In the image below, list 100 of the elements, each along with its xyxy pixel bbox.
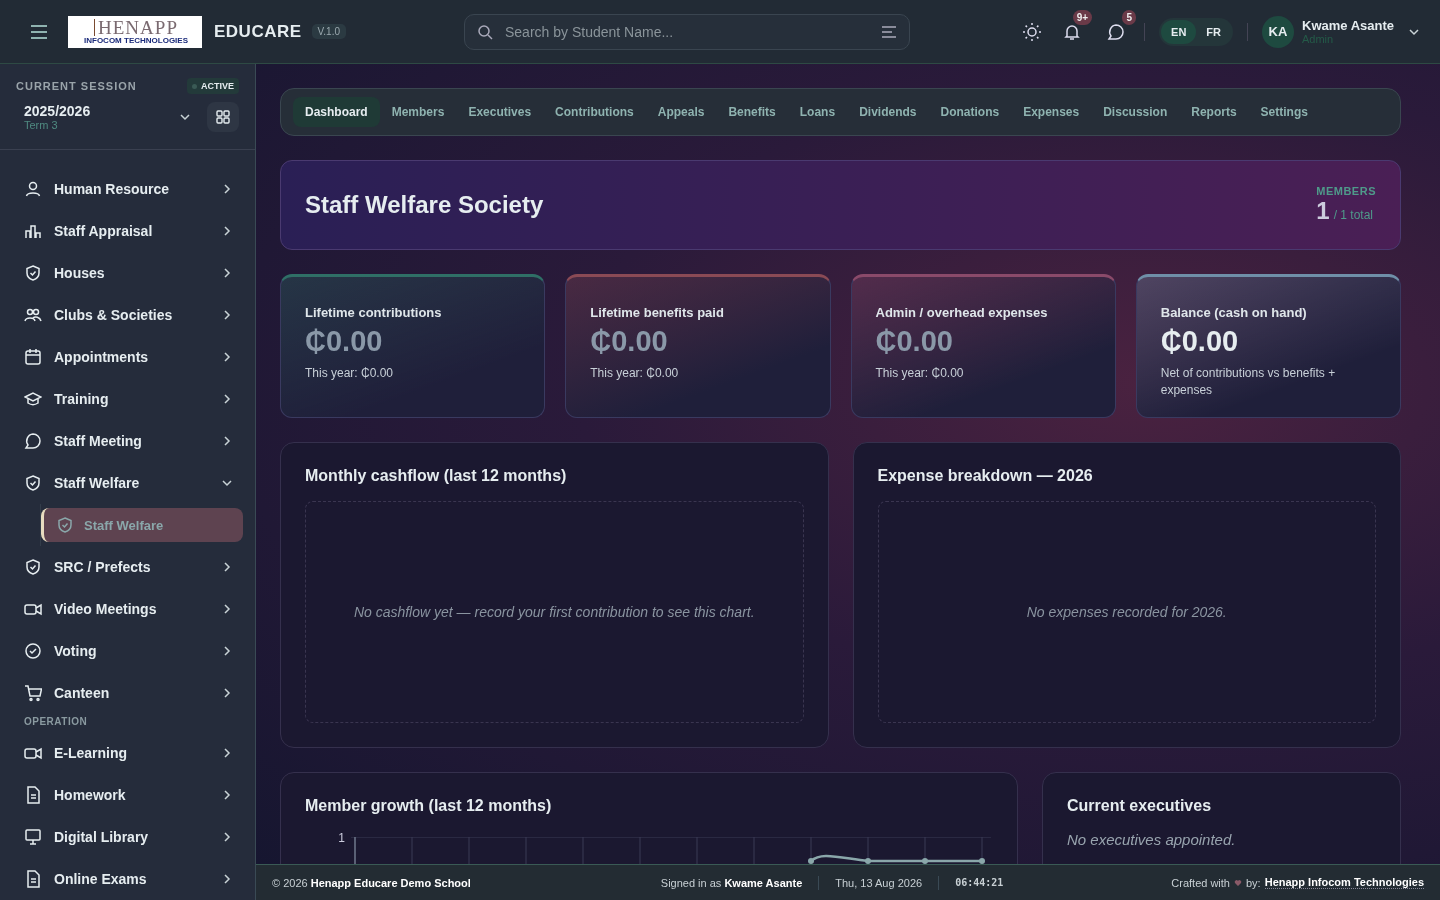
term-label: Term 3 xyxy=(24,119,59,131)
chevron-icon xyxy=(221,267,233,279)
shield-icon xyxy=(56,516,74,534)
stat-note: This year: ₵0.00 xyxy=(875,365,965,382)
sidebar-item[interactable]: Appointments xyxy=(24,336,243,378)
chevron-icon xyxy=(221,351,233,363)
status-badge: ACTIVE xyxy=(187,78,239,94)
members-label: MEMBERS xyxy=(1316,185,1376,197)
chevron-icon xyxy=(179,111,191,123)
sidebar-item[interactable]: Homework xyxy=(24,774,243,816)
panel-title: Current executives xyxy=(1067,797,1213,815)
message-count: 5 xyxy=(1122,9,1137,25)
sidebar-item[interactable]: Digital Library xyxy=(24,816,243,858)
chevron-icon xyxy=(221,309,233,321)
section-heading: OPERATION xyxy=(24,716,89,729)
nav-tab[interactable]: Dashboard xyxy=(293,97,380,127)
stat-note: Net of contributions vs benefits + expenses xyxy=(1160,365,1337,399)
chevron-icon xyxy=(221,435,233,447)
search-input[interactable]: Search by Student Name... xyxy=(503,22,871,41)
date-text: Thu, 13 Aug 2026 xyxy=(835,876,923,889)
bar-chart-icon xyxy=(24,222,42,240)
chevron-icon xyxy=(221,477,233,489)
company-logo: HENAPP INFOCOM TECHNOLOGIES xyxy=(68,15,202,48)
chevron-icon xyxy=(221,393,233,405)
nav-tab[interactable]: Discussion xyxy=(1091,97,1180,127)
sidebar-item[interactable]: Canteen xyxy=(24,672,243,714)
nav-tab[interactable]: Appeals xyxy=(645,97,717,127)
sun-icon[interactable] xyxy=(1022,21,1043,42)
group-icon xyxy=(24,306,42,324)
sidebar-item[interactable]: Clubs & Societies xyxy=(24,294,243,336)
members-count: 1 xyxy=(1316,197,1330,225)
search-field[interactable]: Search by Student Name... xyxy=(464,13,910,50)
nav-tab[interactable]: Contributions xyxy=(543,97,646,127)
nav-tab[interactable]: Dividends xyxy=(847,97,929,127)
chat-icon[interactable] xyxy=(1107,22,1126,41)
chevron-icon xyxy=(221,645,233,657)
sidebar-item[interactable]: Staff Welfare xyxy=(24,462,243,504)
chevron-icon xyxy=(221,789,233,801)
shield-icon xyxy=(24,264,42,282)
stat-note: This year: ₵0.00 xyxy=(305,365,395,382)
apps-button[interactable] xyxy=(207,102,239,132)
bell-icon[interactable] xyxy=(1063,22,1082,41)
sidebar-item[interactable]: Voting xyxy=(24,630,243,672)
notification-count: 9+ xyxy=(1072,9,1093,25)
nav-tab[interactable]: Executives xyxy=(456,97,544,127)
sidebar-item[interactable]: Human Resource xyxy=(24,168,243,210)
empty-message: No executives appointed. xyxy=(1067,831,1237,848)
chevron-icon xyxy=(221,225,233,237)
session-label: CURRENT SESSION xyxy=(16,80,137,92)
stat-note: This year: ₵0.00 xyxy=(590,365,680,382)
stat-label: Balance (cash on hand) xyxy=(1160,305,1308,320)
chat-icon xyxy=(24,432,42,450)
sidebar-item[interactable]: Houses xyxy=(24,252,243,294)
page-title: Staff Welfare Society xyxy=(305,191,544,219)
menu-icon[interactable] xyxy=(30,24,48,39)
chevron-icon xyxy=(221,747,233,759)
session-year[interactable]: 2025/2026 xyxy=(24,103,179,119)
language-button[interactable]: FR xyxy=(1196,19,1231,44)
nav-tab[interactable]: Settings xyxy=(1248,97,1320,127)
stat-value: ₵0.00 xyxy=(875,325,954,358)
sidebar-item[interactable]: Staff Meeting xyxy=(24,420,243,462)
version-label: V.1.0 xyxy=(311,24,346,39)
graduation-cap-icon xyxy=(24,390,42,408)
nav-tab[interactable]: Benefits xyxy=(716,97,788,127)
sidebar-item[interactable]: E-Learning xyxy=(24,732,243,774)
panel-title: Expense breakdown — 2026 xyxy=(877,467,1094,485)
chevron-icon xyxy=(221,561,233,573)
company-link[interactable]: Henapp Infocom Technologies xyxy=(1264,876,1424,889)
nav-tab[interactable]: Loans xyxy=(787,97,848,127)
sidebar-item[interactable]: Video Meetings xyxy=(24,588,243,630)
sidebar-item[interactable]: Training xyxy=(24,378,243,420)
grid-icon xyxy=(216,110,230,124)
chevron-icon xyxy=(221,873,233,885)
nav-tab[interactable]: Donations xyxy=(928,97,1012,127)
sidebar-item[interactable]: Staff Appraisal xyxy=(24,210,243,252)
nav-tab[interactable]: Members xyxy=(379,97,457,127)
cart-icon xyxy=(24,684,42,702)
stat-label: Lifetime benefits paid xyxy=(590,305,725,320)
monitor-icon xyxy=(24,828,42,846)
language-button[interactable]: EN xyxy=(1161,19,1197,44)
chevron-icon xyxy=(221,603,233,615)
stat-value: ₵0.00 xyxy=(1160,325,1240,358)
person-icon xyxy=(24,180,42,198)
nav-tab[interactable]: Reports xyxy=(1179,97,1249,127)
document-icon xyxy=(24,870,42,888)
chevron-icon xyxy=(221,831,233,843)
credit-text: by: xyxy=(1246,876,1261,889)
sidebar-item[interactable]: SRC / Prefects xyxy=(24,546,243,588)
sidebar-item[interactable]: Online Exams xyxy=(24,858,243,900)
panel-title: Member growth (last 12 months) xyxy=(305,797,553,815)
nav-tab[interactable]: Expenses xyxy=(1011,97,1092,127)
members-total: / 1 total xyxy=(1333,208,1373,222)
stat-label: Lifetime contributions xyxy=(305,305,443,320)
panel-title: Monthly cashflow (last 12 months) xyxy=(305,467,568,485)
user-avatar[interactable]: KA xyxy=(1262,15,1294,48)
copyright-text: © 2026 Henapp Educare Demo School xyxy=(272,876,471,889)
filter-icon[interactable] xyxy=(881,25,897,38)
axis-tick: 1 xyxy=(337,831,345,845)
calendar-icon xyxy=(24,348,42,366)
shield-icon xyxy=(24,474,42,492)
